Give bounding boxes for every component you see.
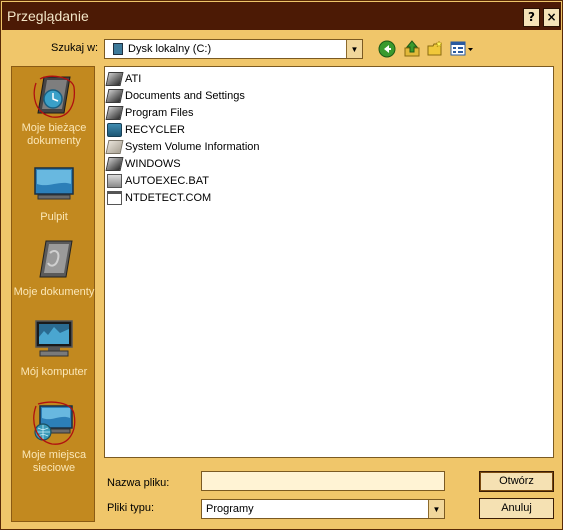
new-folder-icon <box>427 40 443 56</box>
places-label: Mój komputer <box>20 366 88 378</box>
back-arrow-icon <box>378 40 396 58</box>
look-in-dropdown[interactable]: Dysk lokalny (C:) ▼ <box>104 39 363 59</box>
cancel-button[interactable]: Anuluj <box>479 498 554 519</box>
places-desktop[interactable]: Pulpit <box>12 162 96 224</box>
list-item[interactable]: ATI <box>105 70 142 87</box>
close-button[interactable]: × <box>543 8 560 27</box>
open-button[interactable]: Otwórz <box>479 471 554 492</box>
places-my-documents[interactable]: Moje dokumenty <box>12 237 96 299</box>
help-button[interactable]: ? <box>523 8 540 27</box>
folder-icon <box>105 88 124 103</box>
list-item[interactable]: Documents and Settings <box>105 87 245 104</box>
file-name: RECYCLER <box>125 123 185 136</box>
file-name: System Volume Information <box>125 140 260 153</box>
places-label: Moje miejsca sieciowe <box>21 449 87 474</box>
folder-icon <box>105 71 124 86</box>
file-name-label: Nazwa pliku: <box>107 477 170 489</box>
look-in-label: Szukaj w: <box>51 42 99 54</box>
back-button[interactable] <box>378 40 396 58</box>
desktop-icon <box>34 167 74 200</box>
chevron-down-icon[interactable]: ▼ <box>428 500 444 518</box>
file-name: ATI <box>125 72 142 85</box>
list-item[interactable]: NTDETECT.COM <box>107 189 211 206</box>
folder-icon <box>105 105 124 120</box>
list-item[interactable]: AUTOEXEC.BAT <box>107 172 209 189</box>
places-network-places[interactable]: Moje miejsca sieciowe <box>12 400 96 475</box>
file-name: AUTOEXEC.BAT <box>125 174 209 187</box>
chevron-down-icon[interactable]: ▼ <box>346 40 362 58</box>
browse-dialog: Przeglądanie ? × Szukaj w: Dysk lokalny … <box>0 0 563 530</box>
list-item[interactable]: WINDOWS <box>105 155 181 172</box>
title-bar[interactable]: Przeglądanie ? × <box>2 2 561 30</box>
list-item[interactable]: RECYCLER <box>107 121 185 138</box>
folder-up-icon <box>404 40 420 57</box>
views-icon <box>450 41 473 56</box>
up-one-level-button[interactable] <box>403 40 421 58</box>
folder-icon <box>105 139 124 154</box>
file-name: Documents and Settings <box>125 89 245 102</box>
places-label: Pulpit <box>40 211 68 223</box>
recent-documents-icon <box>33 75 76 118</box>
file-name: NTDETECT.COM <box>125 191 212 204</box>
places-label: Moje dokumenty <box>13 286 95 298</box>
list-item[interactable]: System Volume Information <box>105 138 260 155</box>
views-menu-button[interactable] <box>449 40 475 58</box>
my-computer-icon <box>35 320 73 357</box>
file-name: Program Files <box>125 106 194 119</box>
folder-icon <box>105 156 124 171</box>
places-my-computer[interactable]: Mój komputer <box>12 317 96 379</box>
network-places-icon <box>33 401 76 445</box>
places-bar: Moje bieżące dokumenty Pulpit Moje dokum… <box>11 66 95 522</box>
batch-file-icon <box>107 173 122 188</box>
file-type-value: Programy <box>206 503 254 515</box>
file-type-dropdown[interactable]: Programy ▼ <box>201 499 445 519</box>
file-list[interactable]: ATI Documents and Settings Program Files… <box>104 66 554 458</box>
file-name-input[interactable] <box>201 471 445 491</box>
window-title: Przeglądanie <box>7 8 89 24</box>
places-recent-documents[interactable]: Moje bieżące dokumenty <box>12 73 96 148</box>
application-file-icon <box>107 190 122 205</box>
local-disk-icon <box>113 43 123 55</box>
recycle-bin-icon <box>107 122 122 137</box>
look-in-value: Dysk lokalny (C:) <box>128 43 212 55</box>
list-item[interactable]: Program Files <box>105 104 194 121</box>
places-label: Moje bieżące dokumenty <box>21 122 87 147</box>
file-type-label: Pliki typu: <box>107 502 155 514</box>
file-name: WINDOWS <box>125 157 181 170</box>
new-folder-button[interactable] <box>426 40 444 58</box>
my-documents-icon <box>39 240 73 278</box>
